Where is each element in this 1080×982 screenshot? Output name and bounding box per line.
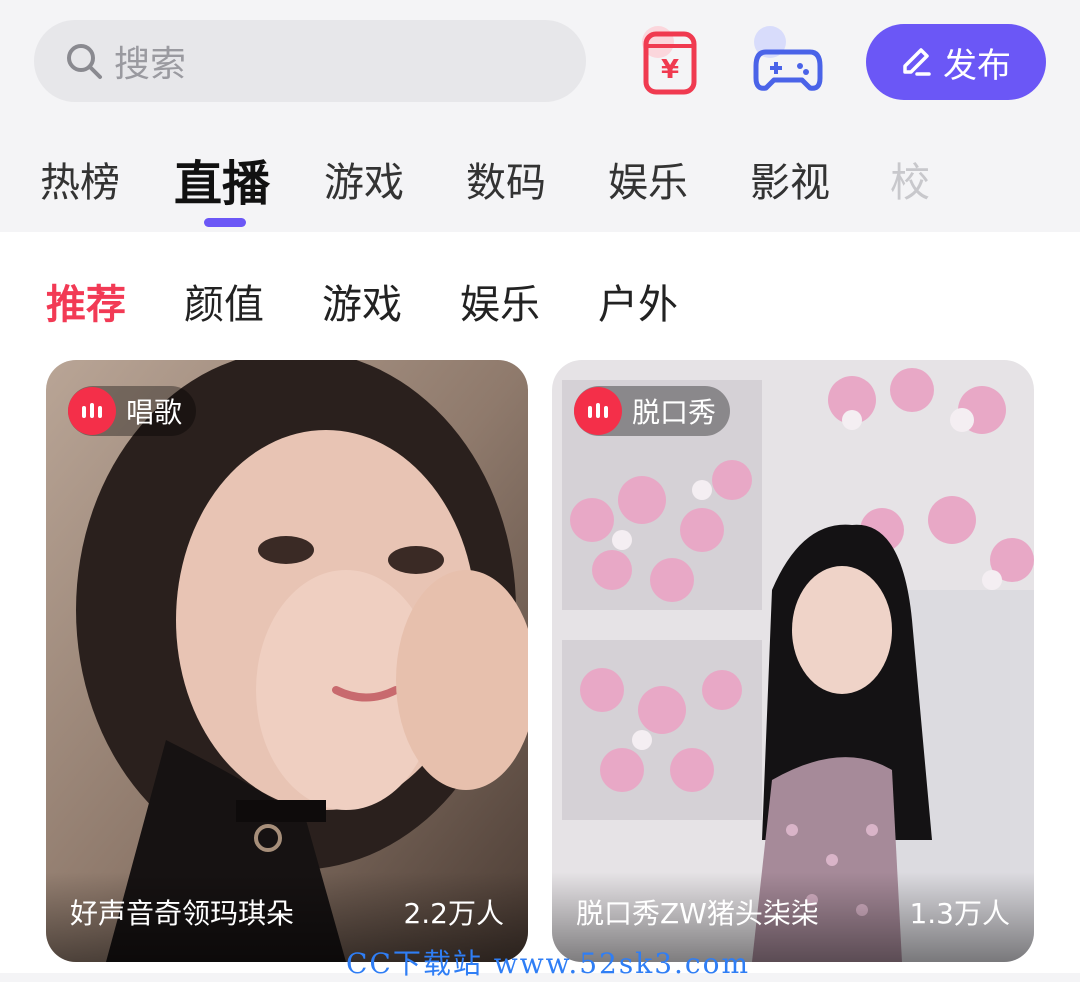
stream-title: 脱口秀ZW猪头柒柒: [576, 897, 819, 930]
main-tabs: 热榜 直播 游戏 数码 娱乐 影视 校: [0, 150, 1080, 220]
game-button[interactable]: [748, 22, 828, 102]
viewer-count: 2.2万人: [403, 897, 504, 930]
subtab-games[interactable]: 游戏: [322, 272, 402, 330]
watermark: CC下载站 www.52sk3.com: [346, 947, 750, 980]
sub-tabs: 推荐 颜值 游戏 娱乐 户外: [0, 272, 1080, 332]
subtab-looks[interactable]: 颜值: [184, 272, 264, 330]
tab-live[interactable]: 直播: [174, 144, 270, 214]
subtab-recommend[interactable]: 推荐: [46, 272, 126, 330]
publish-label: 发布: [943, 45, 1011, 86]
subtab-entertainment[interactable]: 娱乐: [460, 272, 540, 330]
money-card-icon: ¥: [642, 26, 697, 95]
pencil-icon: [903, 48, 931, 76]
svg-text:¥: ¥: [661, 55, 679, 85]
category-label: 脱口秀: [632, 396, 717, 429]
viewer-count: 1.3万人: [909, 897, 1010, 930]
live-card[interactable]: 脱口秀 脱口秀ZW猪头柒柒 1.3万人: [552, 360, 1034, 962]
tab-digital[interactable]: 数码: [466, 150, 546, 208]
tab-hot[interactable]: 热榜: [40, 150, 120, 208]
tab-campus[interactable]: 校: [890, 150, 930, 208]
category-badge: 脱口秀: [574, 386, 731, 436]
tab-film[interactable]: 影视: [750, 150, 830, 208]
live-card[interactable]: 唱歌 好声音奇领玛琪朵 2.2万人: [46, 360, 528, 962]
tab-games[interactable]: 游戏: [324, 150, 404, 208]
category-label: 唱歌: [126, 396, 183, 429]
live-icon: [68, 387, 116, 435]
category-badge: 唱歌: [68, 386, 197, 436]
search-bar[interactable]: 搜索: [34, 20, 586, 102]
wallet-button[interactable]: ¥: [636, 22, 716, 102]
gamepad-icon: [753, 26, 823, 91]
subtab-outdoor[interactable]: 户外: [598, 272, 678, 330]
tab-entertainment[interactable]: 娱乐: [608, 150, 688, 208]
live-icon: [574, 387, 622, 435]
top-bar: 搜索 ¥ 发布 热榜 直播 游戏 数码 娱乐 影视 校: [0, 0, 1080, 232]
search-placeholder: 搜索: [114, 44, 187, 85]
publish-button[interactable]: 发布: [866, 24, 1046, 100]
search-icon: [67, 44, 102, 79]
active-tab-indicator: [204, 218, 246, 227]
stream-title: 好声音奇领玛琪朵: [70, 897, 295, 930]
live-content: 推荐 颜值 游戏 娱乐 户外 唱歌 好声音奇领玛琪朵 2.2万人 脱口秀 脱口秀…: [0, 232, 1080, 973]
